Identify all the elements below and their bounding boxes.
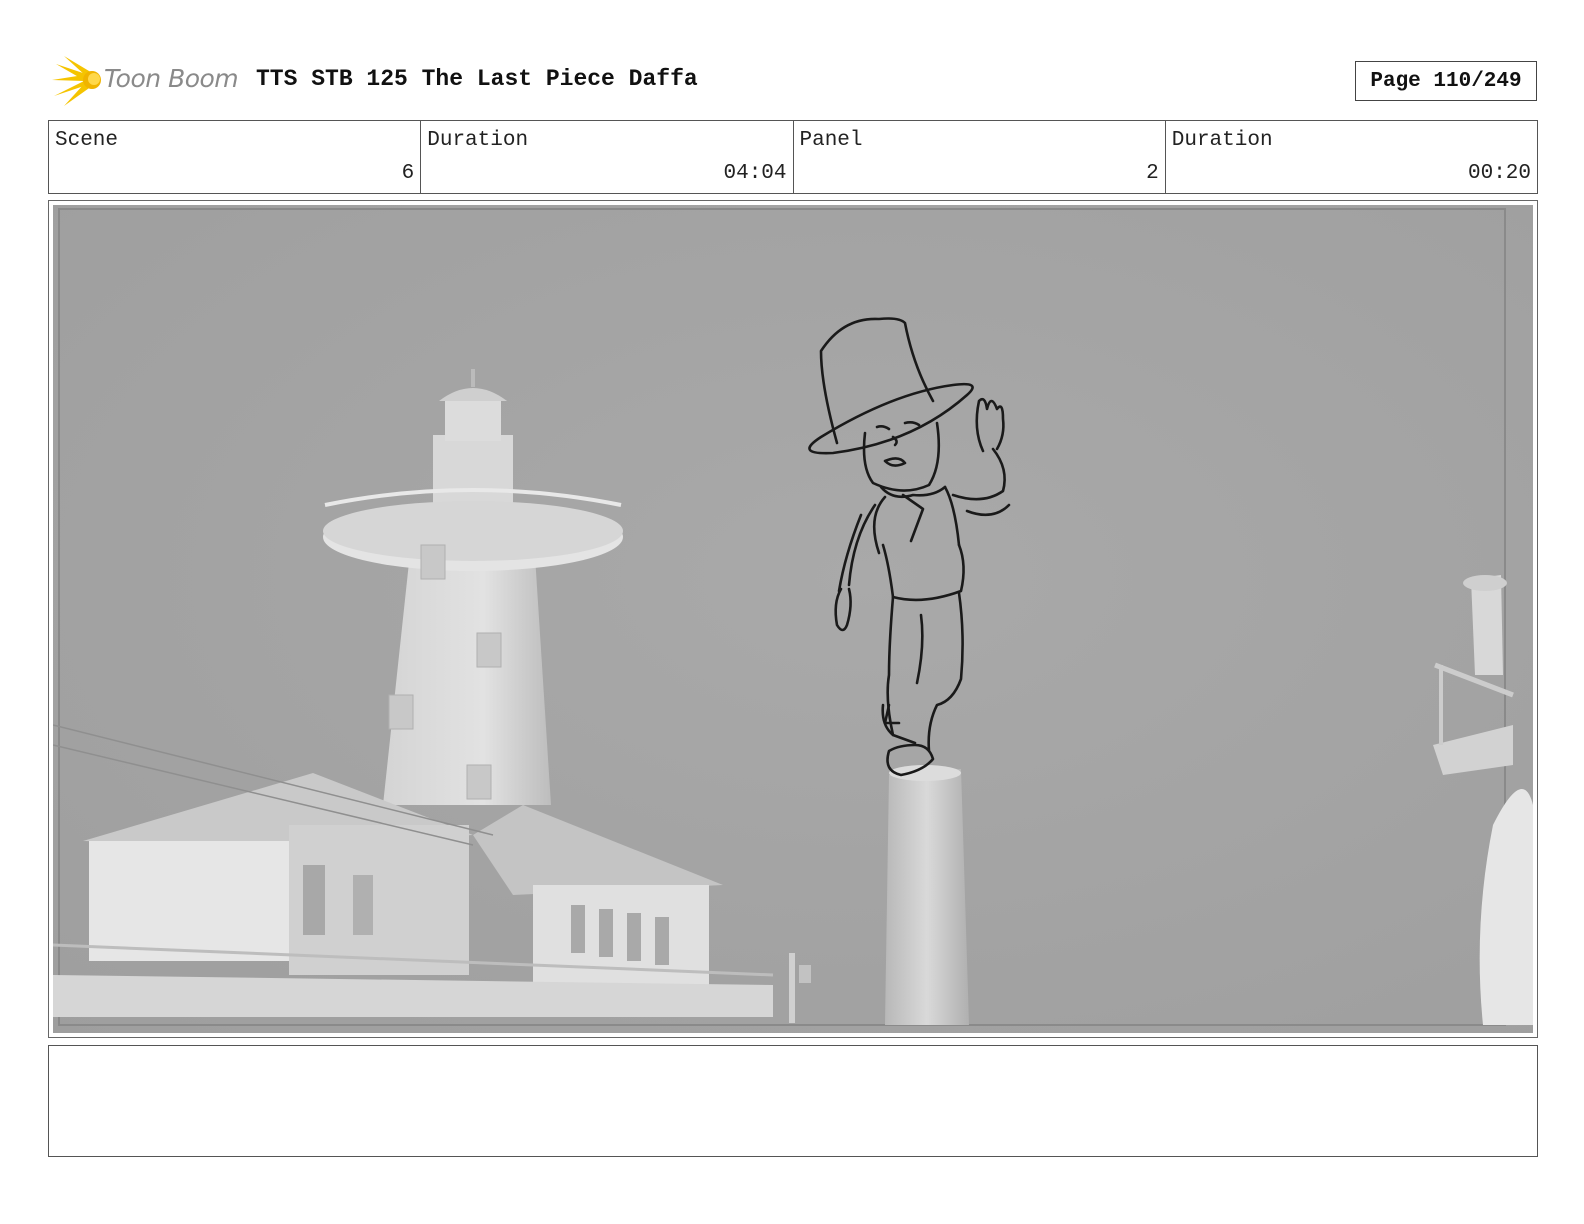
scene-value: 6 [401,162,415,185]
scene-cell: Scene 6 [49,121,420,193]
page-number: Page 110/249 [1355,61,1537,101]
scene-duration-value: 04:04 [723,162,787,185]
storyboard-panel-frame [48,200,1538,1038]
logo-text: Toon Boom [104,64,239,93]
storyboard-panel-image [53,205,1533,1033]
panel-value: 2 [1146,162,1159,185]
panel-notes-box [48,1045,1538,1157]
page-title: TTS STB 125 The Last Piece Daffa [256,66,698,92]
scene-duration-cell: Duration 04:04 [420,121,792,193]
pole-illustration [885,769,969,1025]
panel-label: Panel [799,129,863,152]
panel-duration-cell: Duration 00:20 [1164,121,1537,193]
panel-duration-label: Duration [1171,129,1273,152]
panel-cell: Panel 2 [792,121,1165,193]
scene-duration-label: Duration [427,129,529,152]
scene-label: Scene [55,129,119,152]
panel-duration-value: 00:20 [1467,162,1531,185]
storyboard-scene-illustration [53,205,1533,1033]
scene-info-table: Scene 6 Duration 04:04 Panel 2 Duration … [48,120,1538,194]
